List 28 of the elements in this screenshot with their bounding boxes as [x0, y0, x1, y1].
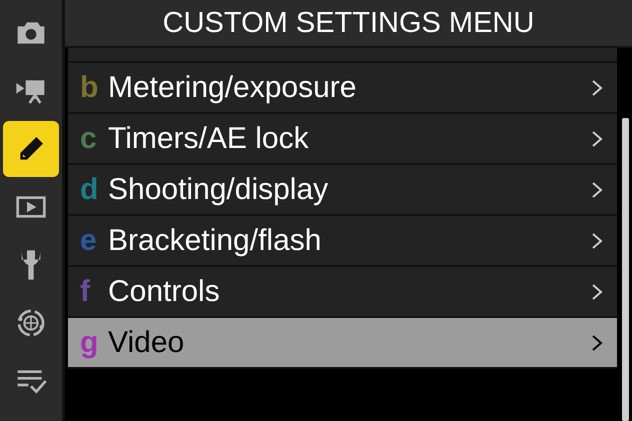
menu-item[interactable]: b Metering/exposure	[68, 63, 617, 114]
menu-item[interactable]: d Shooting/display	[68, 165, 617, 216]
category-letter: d	[80, 172, 100, 206]
menu-item[interactable]: c Timers/AE lock	[68, 114, 617, 165]
chevron-icon	[591, 232, 603, 250]
scroll-bar[interactable]	[622, 118, 629, 421]
menu-item-label: Timers/AE lock	[108, 122, 310, 156]
menu-item-label: Metering/exposure	[108, 70, 358, 104]
category-letter: f	[80, 274, 91, 308]
chevron-icon	[591, 130, 603, 148]
chevron-icon	[591, 334, 603, 352]
category-letter: e	[80, 224, 98, 258]
menu-item[interactable]: g Video	[68, 318, 617, 369]
menu-item-label: Shooting/display	[108, 172, 330, 206]
menu-item[interactable]: e Bracketing/flash	[68, 216, 617, 267]
chevron-icon	[591, 180, 603, 198]
menu-item-label: Controls	[108, 274, 221, 308]
menu-item[interactable]: f Controls	[68, 267, 617, 318]
menu-tab[interactable]	[3, 121, 59, 177]
chevron-icon	[591, 282, 603, 300]
category-letter: g	[80, 326, 100, 360]
globe-icon	[15, 307, 47, 339]
category-letter: b	[80, 70, 100, 104]
chevron-icon	[591, 78, 603, 96]
menu-title: CUSTOM SETTINGS MENU	[65, 0, 632, 48]
menu-item-label: Bracketing/flash	[108, 224, 322, 258]
category-letter: c	[80, 122, 98, 156]
menu-item-label: Video	[108, 326, 186, 360]
